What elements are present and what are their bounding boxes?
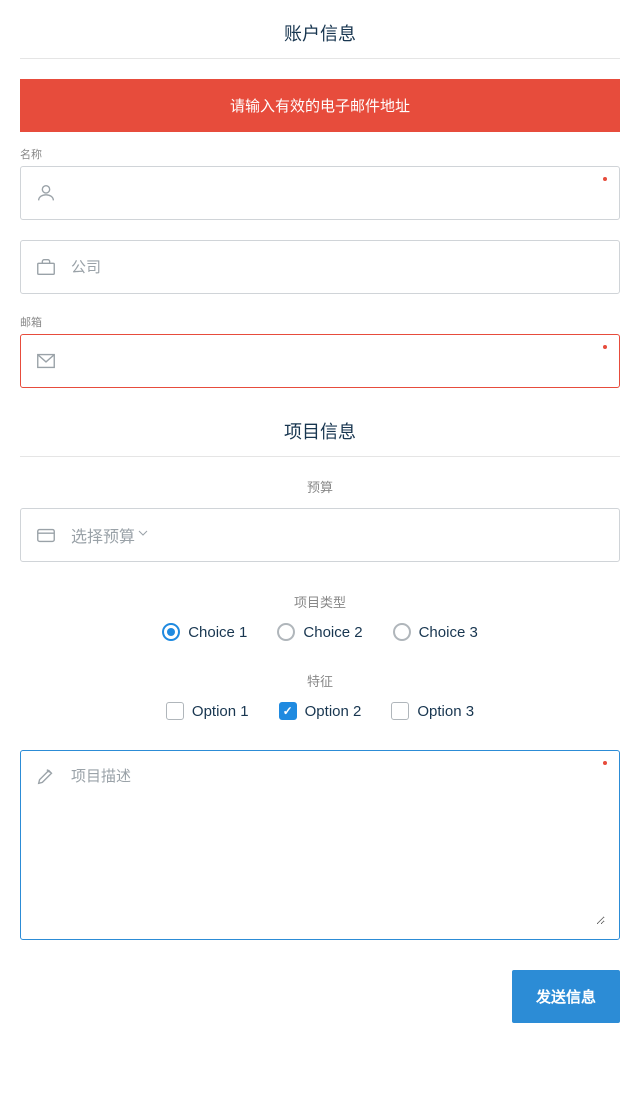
project-section-title: 项目信息 — [20, 418, 620, 457]
pencil-icon — [35, 765, 57, 787]
user-icon — [35, 182, 57, 204]
company-input-wrap[interactable] — [20, 240, 620, 294]
checkbox-label: Option 2 — [305, 703, 362, 720]
description-textarea[interactable] — [71, 765, 605, 925]
checkbox-icon — [166, 702, 184, 720]
email-input[interactable] — [71, 353, 605, 370]
name-input-wrap[interactable] — [20, 166, 620, 220]
project-type-label: 项目类型 — [20, 592, 620, 611]
radio-choice-1[interactable]: Choice 1 — [162, 623, 247, 641]
account-section-title: 账户信息 — [20, 20, 620, 59]
budget-placeholder: 选择预算 — [71, 523, 135, 547]
checkbox-option-2[interactable]: Option 2 — [279, 702, 362, 720]
checkbox-label: Option 3 — [417, 703, 474, 720]
required-indicator — [603, 345, 607, 349]
error-banner: 请输入有效的电子邮件地址 — [20, 79, 620, 132]
project-type-group: Choice 1 Choice 2 Choice 3 — [20, 623, 620, 641]
submit-button[interactable]: 发送信息 — [512, 970, 620, 1023]
features-label: 特征 — [20, 671, 620, 690]
submit-row: 发送信息 — [20, 970, 620, 1023]
company-input[interactable] — [71, 259, 605, 276]
description-wrap[interactable] — [20, 750, 620, 940]
radio-choice-3[interactable]: Choice 3 — [393, 623, 478, 641]
radio-icon — [277, 623, 295, 641]
chevron-down-icon — [135, 525, 151, 546]
budget-select[interactable]: 选择预算 — [20, 508, 620, 562]
checkbox-option-1[interactable]: Option 1 — [166, 702, 249, 720]
email-input-wrap[interactable] — [20, 334, 620, 388]
briefcase-icon — [35, 256, 57, 278]
name-label: 名称 — [20, 146, 620, 162]
radio-label: Choice 3 — [419, 624, 478, 641]
radio-label: Choice 1 — [188, 624, 247, 641]
checkbox-option-3[interactable]: Option 3 — [391, 702, 474, 720]
required-indicator — [603, 761, 607, 765]
email-label: 邮箱 — [20, 314, 620, 330]
mail-icon — [35, 350, 57, 372]
budget-label: 预算 — [20, 477, 620, 496]
required-indicator — [603, 177, 607, 181]
radio-choice-2[interactable]: Choice 2 — [277, 623, 362, 641]
radio-icon — [393, 623, 411, 641]
wallet-icon — [35, 524, 57, 546]
checkbox-label: Option 1 — [192, 703, 249, 720]
radio-icon — [162, 623, 180, 641]
checkbox-icon — [391, 702, 409, 720]
features-group: Option 1 Option 2 Option 3 — [20, 702, 620, 720]
checkbox-icon — [279, 702, 297, 720]
name-input[interactable] — [71, 185, 605, 202]
radio-label: Choice 2 — [303, 624, 362, 641]
